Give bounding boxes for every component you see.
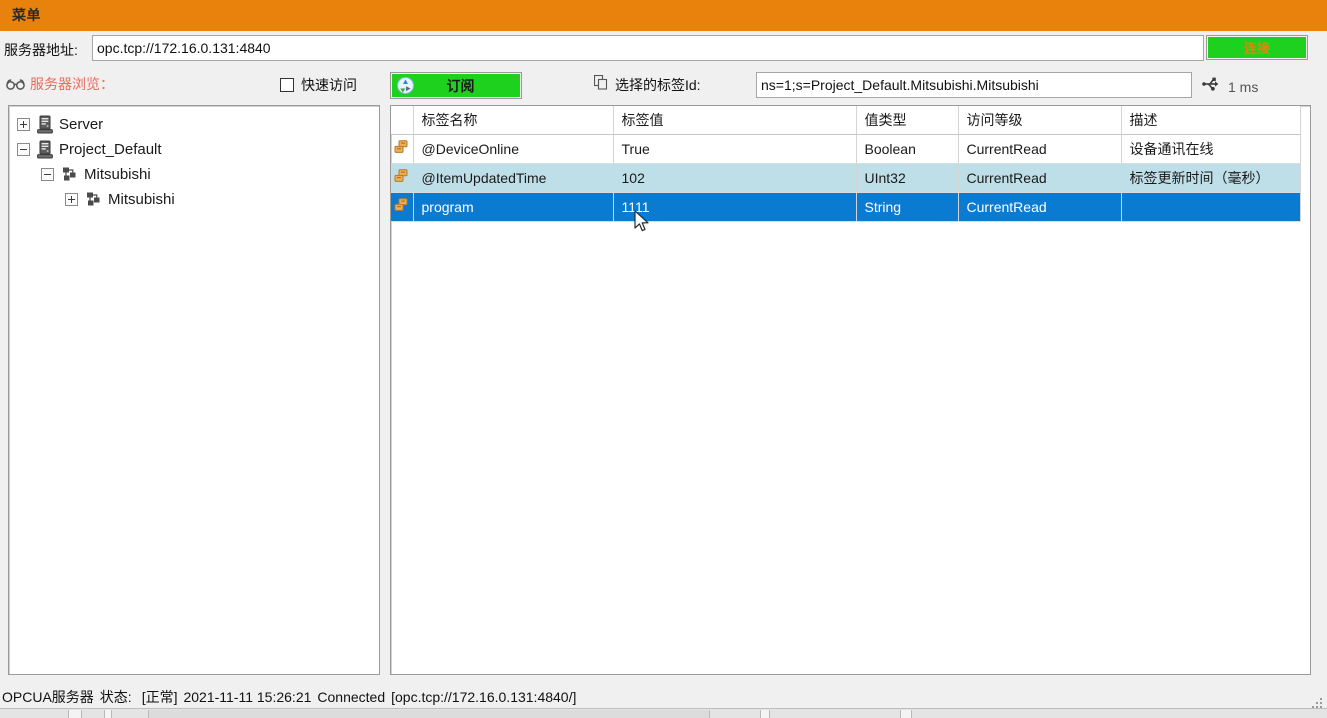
- tree-node-label: Mitsubishi: [108, 191, 175, 208]
- latency-group: 1 ms: [1202, 76, 1258, 97]
- status-timestamp: 2021-11-11 15:26:21: [183, 689, 312, 705]
- tree-node-project-default[interactable]: Project_Default: [9, 137, 379, 162]
- cell-access: CurrentRead: [958, 134, 1122, 164]
- tree-node-label: Project_Default: [59, 141, 162, 158]
- cell-access: CurrentRead: [958, 163, 1122, 193]
- cell-tag-value: True: [613, 134, 857, 164]
- menu-item-menu[interactable]: 菜单: [0, 2, 51, 28]
- tag-icon: [391, 192, 414, 222]
- device-icon: [61, 166, 78, 183]
- server-icon: [37, 140, 53, 159]
- table-row[interactable]: program 1111 String CurrentRead: [391, 192, 1301, 222]
- quick-access-label: 快速访问: [301, 77, 357, 93]
- table-row[interactable]: @DeviceOnline True Boolean CurrentRead 设备通讯在…: [391, 134, 1301, 164]
- opcua-client-window: 菜单 服务器地址: 连接 服务器浏览： 快速访问: [0, 0, 1327, 718]
- cell-description: [1121, 192, 1301, 222]
- column-header-access[interactable]: 访问等级: [958, 106, 1122, 135]
- server-address-label: 服务器地址:: [4, 42, 78, 58]
- column-header-description[interactable]: 描述: [1121, 106, 1301, 135]
- tag-table-header: 标签名称 标签值 值类型 访问等级 描述: [391, 106, 1301, 135]
- table-row[interactable]: @ItemUpdatedTime 102 UInt32 CurrentRead 标签更新…: [391, 163, 1301, 193]
- selected-tag-id-group: 选择的标签Id:: [593, 74, 701, 95]
- cell-value-type: Boolean: [856, 134, 959, 164]
- subscribe-button[interactable]: 订阅: [390, 72, 522, 99]
- resize-grip[interactable]: [1311, 698, 1324, 711]
- tree-node-mitsubishi[interactable]: Mitsubishi: [9, 162, 379, 187]
- status-endpoint: [opc.tcp://172.16.0.131:4840/]: [391, 689, 577, 705]
- cell-value-type: UInt32: [856, 163, 959, 193]
- column-header-icon: [391, 106, 414, 135]
- cell-tag-value: 102: [613, 163, 857, 193]
- server-browse-group[interactable]: 服务器浏览：: [6, 74, 114, 94]
- tree-node-label: Mitsubishi: [84, 166, 151, 183]
- usb-icon: [1202, 76, 1220, 97]
- cell-access: CurrentRead: [958, 192, 1122, 222]
- server-address-row: 服务器地址: 连接: [0, 34, 1327, 64]
- status-state-label: 状态:: [99, 689, 132, 705]
- tree-node-server[interactable]: Server: [9, 112, 379, 137]
- toolbar: 服务器浏览： 快速访问 订阅 选择的标签Id: ns=1;s=Project_D…: [0, 70, 1327, 102]
- cell-tag-value: 1111: [613, 192, 857, 222]
- subscribe-label: 订阅: [446, 77, 475, 94]
- status-bar: OPCUA服务器 状态: [正常] 2021-11-11 15:26:21 Co…: [0, 686, 1327, 708]
- expand-icon[interactable]: [17, 118, 30, 131]
- cell-description: 设备通讯在线: [1121, 134, 1301, 164]
- tag-table: 标签名称 标签值 值类型 访问等级 描述 @DeviceOnline True Boolea…: [391, 106, 1301, 222]
- server-icon: [37, 115, 53, 134]
- table-header-row: 标签名称 标签值 值类型 访问等级 描述: [391, 106, 1301, 135]
- cell-tag-name: @ItemUpdatedTime: [413, 163, 614, 193]
- column-header-tag-value[interactable]: 标签值: [613, 106, 857, 135]
- tag-icon: [391, 134, 414, 164]
- glasses-icon: [6, 77, 25, 91]
- menu-bar: 菜单: [0, 0, 1327, 29]
- latency-text: 1 ms: [1228, 78, 1259, 95]
- cell-tag-name: @DeviceOnline: [413, 134, 614, 164]
- connect-button[interactable]: 连接: [1206, 35, 1308, 60]
- status-connection-state: Connected: [317, 689, 386, 705]
- menu-bar-underline: [0, 29, 1327, 31]
- server-address-input[interactable]: [92, 35, 1204, 61]
- tag-table-body: @DeviceOnline True Boolean CurrentRead 设备通讯在…: [391, 134, 1301, 222]
- refresh-recycle-icon: [397, 77, 414, 94]
- cell-value-type: String: [856, 192, 959, 222]
- expand-icon[interactable]: [65, 193, 78, 206]
- copy-icon[interactable]: [593, 74, 608, 95]
- server-browse-tree[interactable]: Server Project_Default Mitsubishi Mitsubish…: [8, 105, 380, 675]
- cell-description: 标签更新时间（毫秒）: [1121, 163, 1301, 193]
- tree-node-label: Server: [59, 116, 104, 133]
- tag-icon: [391, 163, 414, 193]
- selected-tag-id-input[interactable]: [756, 72, 1192, 98]
- cell-tag-name: program: [413, 192, 614, 222]
- tag-table-panel[interactable]: 标签名称 标签值 值类型 访问等级 描述 @DeviceOnline True Boolea…: [390, 105, 1311, 675]
- status-title: OPCUA服务器: [2, 689, 94, 705]
- collapse-icon[interactable]: [17, 143, 30, 156]
- quick-access-toggle[interactable]: 快速访问: [280, 75, 357, 95]
- column-header-value-type[interactable]: 值类型: [856, 106, 959, 135]
- server-browse-label: 服务器浏览：: [30, 76, 114, 92]
- column-header-tag-name[interactable]: 标签名称: [413, 106, 614, 135]
- background-window-strip: [0, 708, 1327, 718]
- device-icon: [85, 191, 102, 208]
- selected-tag-id-label: 选择的标签Id:: [615, 77, 701, 93]
- status-state-value: [正常]: [141, 689, 178, 705]
- quick-access-checkbox[interactable]: [280, 78, 294, 92]
- tree-node-mitsubishi[interactable]: Mitsubishi: [9, 187, 379, 212]
- collapse-icon[interactable]: [41, 168, 54, 181]
